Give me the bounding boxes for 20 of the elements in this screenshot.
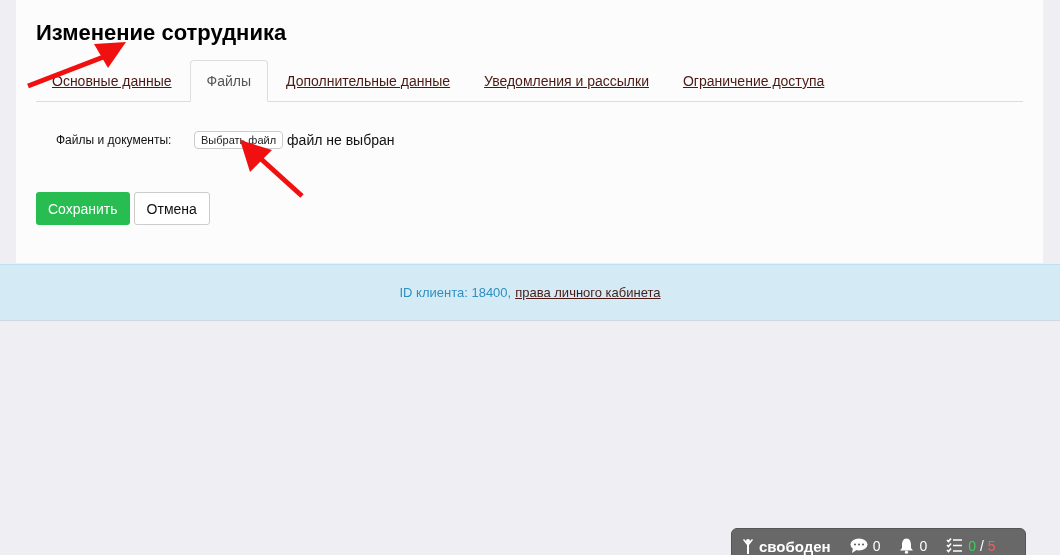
status-text: свободен — [759, 538, 831, 555]
cancel-button[interactable]: Отмена — [133, 192, 210, 225]
field-label: Файлы и документы: — [56, 133, 173, 147]
cabinet-rights-link[interactable]: права личного кабинета — [515, 285, 661, 300]
notification-count: 0 — [919, 538, 928, 554]
choose-file-button[interactable]: Выбрать файл — [194, 131, 284, 149]
chat-icon[interactable] — [849, 538, 868, 553]
bell-icon[interactable] — [899, 538, 915, 554]
task-count: 0 / 5 — [968, 538, 996, 554]
tab[interactable]: Ограничение доступа — [666, 73, 841, 101]
person-icon — [742, 538, 754, 554]
file-status: файл не выбран — [287, 132, 395, 148]
client-id: ID клиента: 18400, — [399, 285, 512, 300]
message-count: 0 — [872, 538, 881, 554]
tab[interactable]: Дополнительные данные — [270, 73, 467, 101]
page-title: Изменение сотрудника — [36, 20, 288, 46]
checklist-icon[interactable] — [946, 538, 964, 553]
tab[interactable]: Файлы — [189, 60, 269, 102]
tab[interactable]: Основные данные — [36, 73, 188, 101]
tab[interactable]: Уведомления и рассылки — [468, 73, 665, 101]
